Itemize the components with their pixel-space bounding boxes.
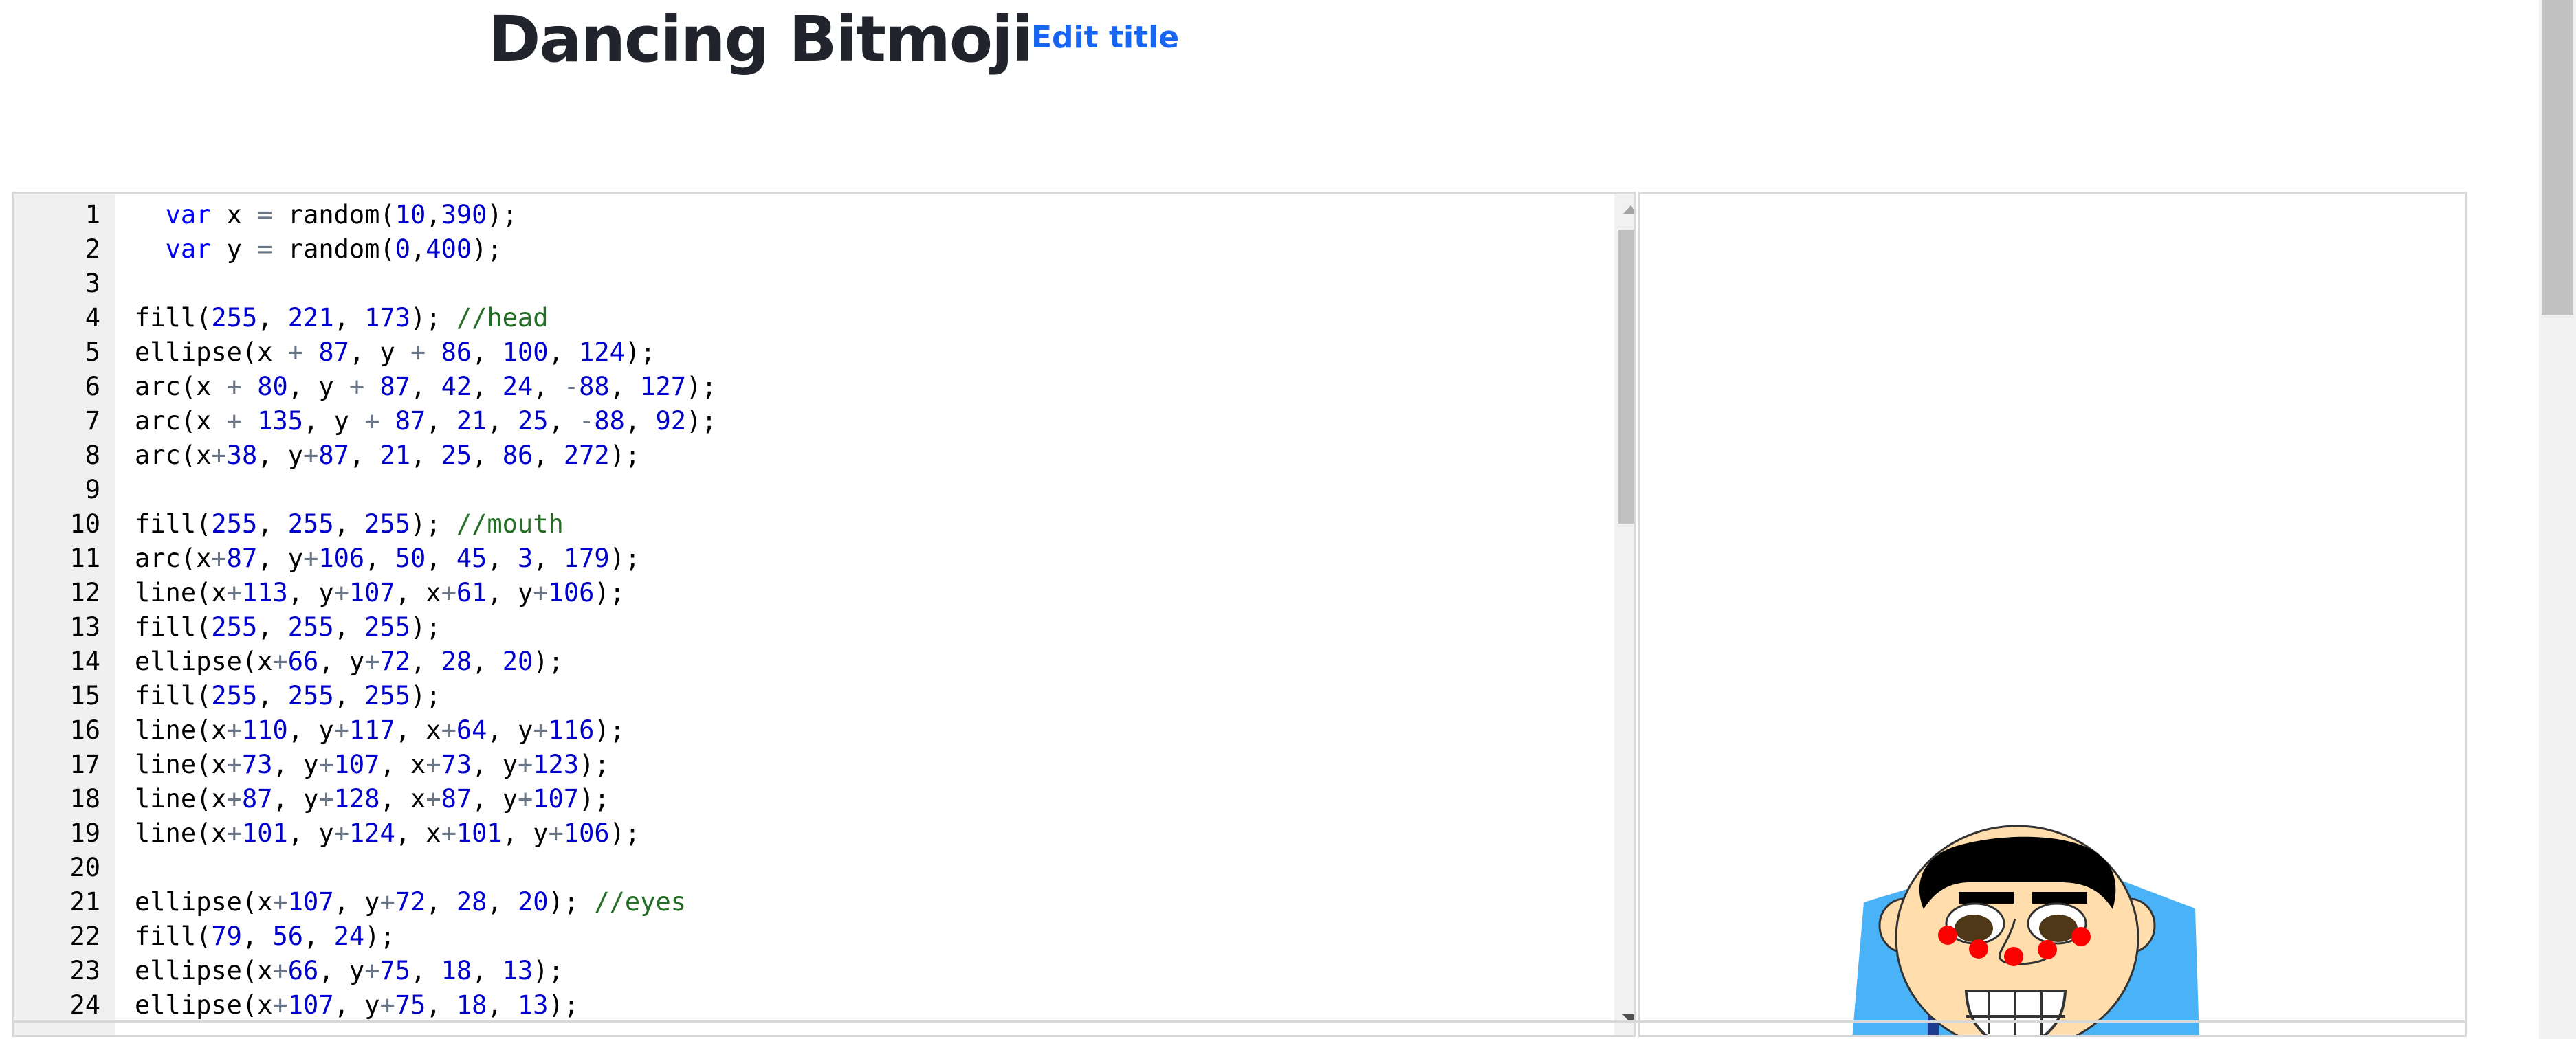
line-number: 3 [85,269,100,298]
code-editor[interactable]: 1 2 3 4 5 6 7 8 9 10 11 12 13 14 15 16 17 18 19 20 21 22 23 24 … [12,192,1636,1037]
code-line[interactable]: arc(x+38, y+87, 21, 25, 86, 272); [135,438,640,473]
line-number: 18 [69,784,100,814]
page-scroll-thumb[interactable] [2542,0,2573,315]
line-number: 13 [69,612,100,642]
code-line[interactable]: ellipse(x+66, y+75, 18, 13); [135,954,564,988]
code-line[interactable]: line(x+101, y+124, x+101, y+106); [135,816,640,851]
left-iris [1955,915,1993,942]
line-number: 8 [85,440,100,470]
code-line[interactable]: fill(255, 255, 255); [135,679,441,713]
code-line[interactable]: ellipse(x+66, y+72, 28, 20); [135,645,564,679]
line-number: 10 [69,509,100,539]
line-number: 22 [69,921,100,951]
code-line[interactable]: fill(79, 56, 24); [135,919,395,954]
line-number: 4 [85,303,100,333]
code-line[interactable]: line(x+73, y+107, x+73, y+123); [135,748,610,782]
code-line[interactable]: ellipse(x + 87, y + 86, 100, 124); [135,335,656,370]
right-eyebrow [2032,892,2087,904]
line-number: 20 [69,853,100,882]
bitmoji-character [1852,825,2199,1035]
line-number: 7 [85,406,100,436]
line-number: 11 [69,544,100,573]
line-number: 23 [69,956,100,985]
line-number: 16 [69,715,100,745]
left-eyebrow [1959,892,2014,904]
line-number: 17 [69,750,100,779]
code-line[interactable]: fill(255, 255, 255); [135,610,441,645]
code-line[interactable]: var y = random(0,400); [135,232,503,267]
line-number: 19 [69,818,100,848]
line-number: 1 [85,200,100,230]
line-number: 21 [69,887,100,917]
line-number: 15 [69,681,100,711]
editor-scroll-thumb[interactable] [1618,230,1634,524]
page-scrollbar[interactable] [2539,0,2576,1039]
code-area[interactable]: var x = random(10,390); var y = random(0… [115,194,1614,1035]
code-line[interactable]: line(x+113, y+107, x+61, y+106); [135,576,625,610]
code-line[interactable]: line(x+87, y+128, x+87, y+107); [135,782,610,816]
code-line[interactable]: fill(255, 255, 255); //mouth [135,507,564,541]
line-number: 6 [85,372,100,401]
line-number: 24 [69,990,100,1020]
line-number: 9 [85,475,100,504]
line-number: 2 [85,234,100,264]
bitmoji-drawing [1852,825,2199,1035]
code-line[interactable]: ellipse(x+107, y+72, 28, 20); //eyes [135,885,686,919]
code-line[interactable]: arc(x + 135, y + 87, 21, 25, -88, 92); [135,404,717,438]
page-title: Dancing Bitmoji [488,3,1033,76]
line-number: 12 [69,578,100,607]
line-number: 14 [69,647,100,676]
editor-scrollbar[interactable] [1614,194,1634,1035]
code-line[interactable]: ellipse(x+107, y+75, 18, 13); [135,988,579,1023]
line-number-gutter: 1 2 3 4 5 6 7 8 9 10 11 12 13 14 15 16 17 18 19 20 21 22 23 24 [14,194,115,1035]
output-canvas[interactable] [1638,192,2467,1037]
code-line[interactable]: arc(x+87, y+106, 50, 45, 3, 179); [135,541,640,576]
code-line[interactable]: var x = random(10,390); [135,198,518,232]
scroll-up-arrow-icon[interactable] [1622,205,1634,214]
edit-title-link[interactable]: Edit title [1031,18,1179,58]
code-line[interactable]: fill(255, 221, 173); //head [135,301,548,335]
divider [12,1020,2467,1023]
code-line[interactable]: line(x+110, y+117, x+64, y+116); [135,713,625,748]
line-number: 5 [85,337,100,367]
code-line[interactable]: arc(x + 80, y + 87, 42, 24, -88, 127); [135,370,717,404]
